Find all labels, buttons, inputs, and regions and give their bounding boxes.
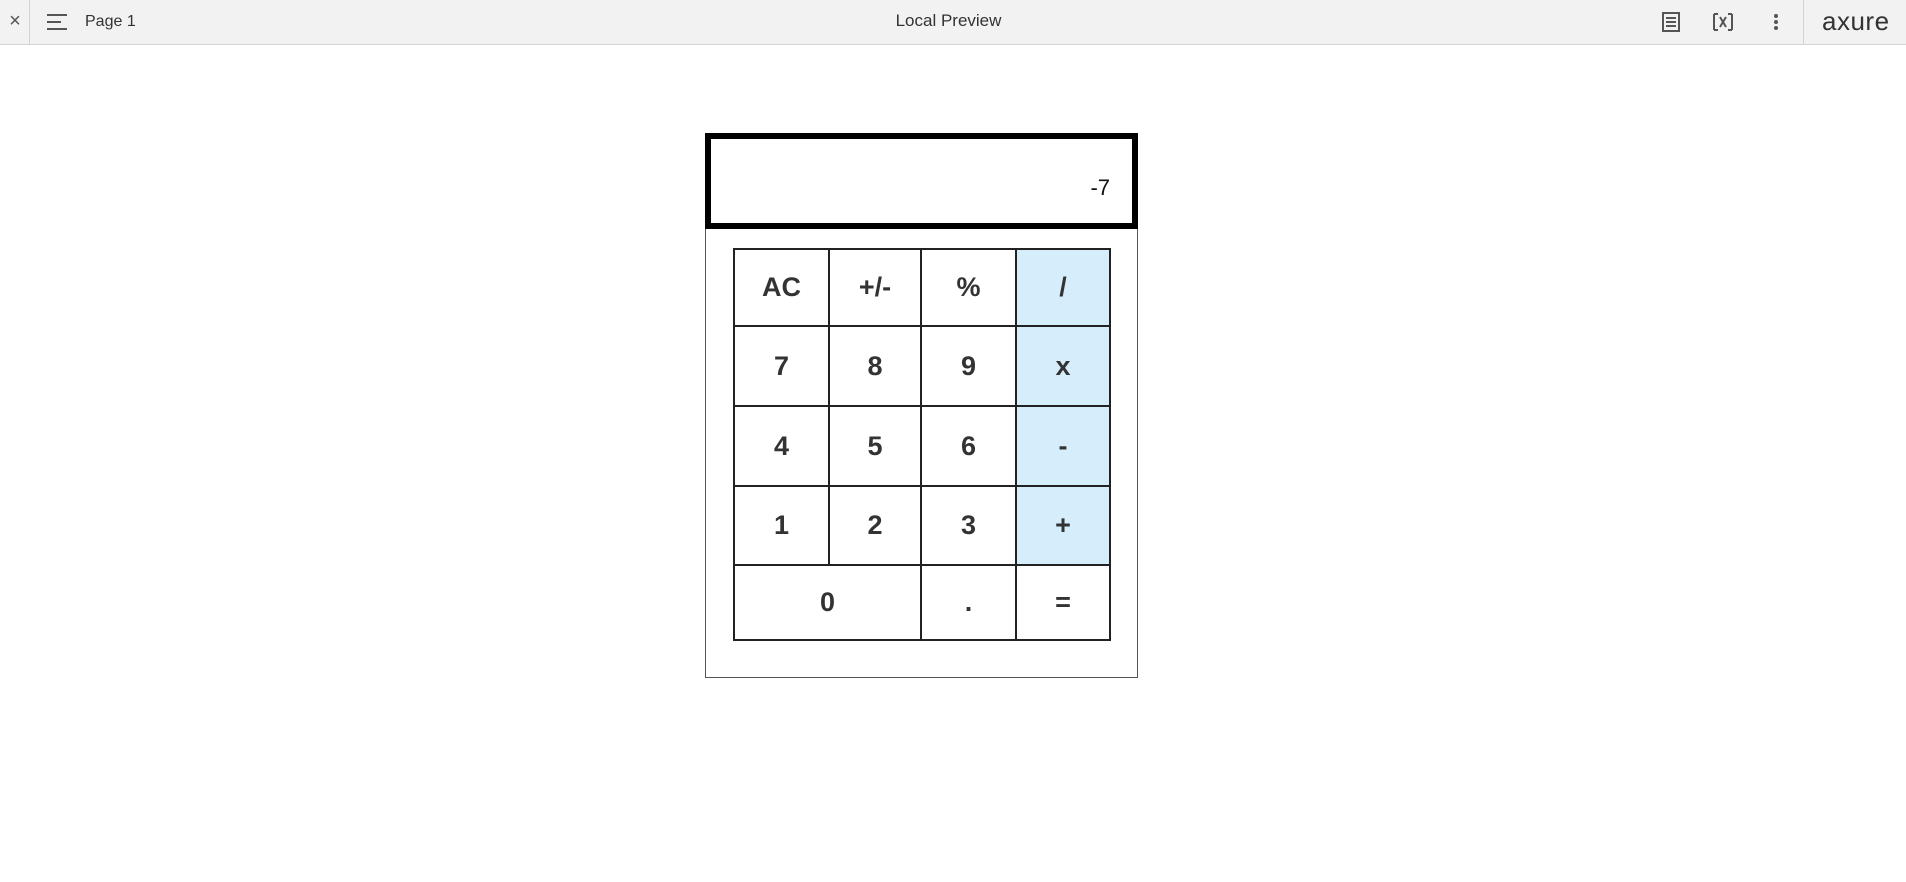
digit-2-button[interactable]: 2	[828, 485, 922, 566]
digit-7-button[interactable]: 7	[733, 325, 830, 407]
display-value: -7	[1090, 175, 1110, 200]
preview-title: Local Preview	[895, 11, 1002, 30]
toolbar-divider	[29, 0, 30, 44]
close-icon[interactable]: ×	[2, 6, 28, 36]
equals-button[interactable]: =	[1015, 564, 1111, 641]
multiply-button[interactable]: x	[1015, 325, 1111, 407]
plus-button[interactable]: +	[1015, 485, 1111, 566]
toolbar-divider	[1803, 0, 1804, 44]
hamburger-menu-icon[interactable]	[44, 10, 70, 34]
digit-1-button[interactable]: 1	[733, 485, 830, 566]
percent-button[interactable]: %	[920, 248, 1017, 327]
document-icon[interactable]	[1658, 10, 1684, 34]
calculator-display: -7	[705, 133, 1138, 229]
page-name-label[interactable]: Page 1	[85, 12, 136, 32]
digit-5-button[interactable]: 5	[828, 405, 922, 487]
divide-button[interactable]: /	[1015, 248, 1111, 327]
more-vert-icon[interactable]	[1763, 10, 1789, 34]
digit-3-button[interactable]: 3	[920, 485, 1017, 566]
minus-button[interactable]: -	[1015, 405, 1111, 487]
digit-4-button[interactable]: 4	[733, 405, 830, 487]
preview-toolbar: × Page 1 Local Preview axure	[0, 0, 1906, 45]
variable-icon[interactable]	[1710, 10, 1736, 34]
axure-logo[interactable]: axure	[1822, 6, 1890, 36]
digit-0-button[interactable]: 0	[733, 564, 922, 641]
digit-9-button[interactable]: 9	[920, 325, 1017, 407]
decimal-button[interactable]: .	[920, 564, 1017, 641]
ac-button[interactable]: AC	[733, 248, 830, 327]
digit-6-button[interactable]: 6	[920, 405, 1017, 487]
sign-toggle-button[interactable]: +/-	[828, 248, 922, 327]
digit-8-button[interactable]: 8	[828, 325, 922, 407]
